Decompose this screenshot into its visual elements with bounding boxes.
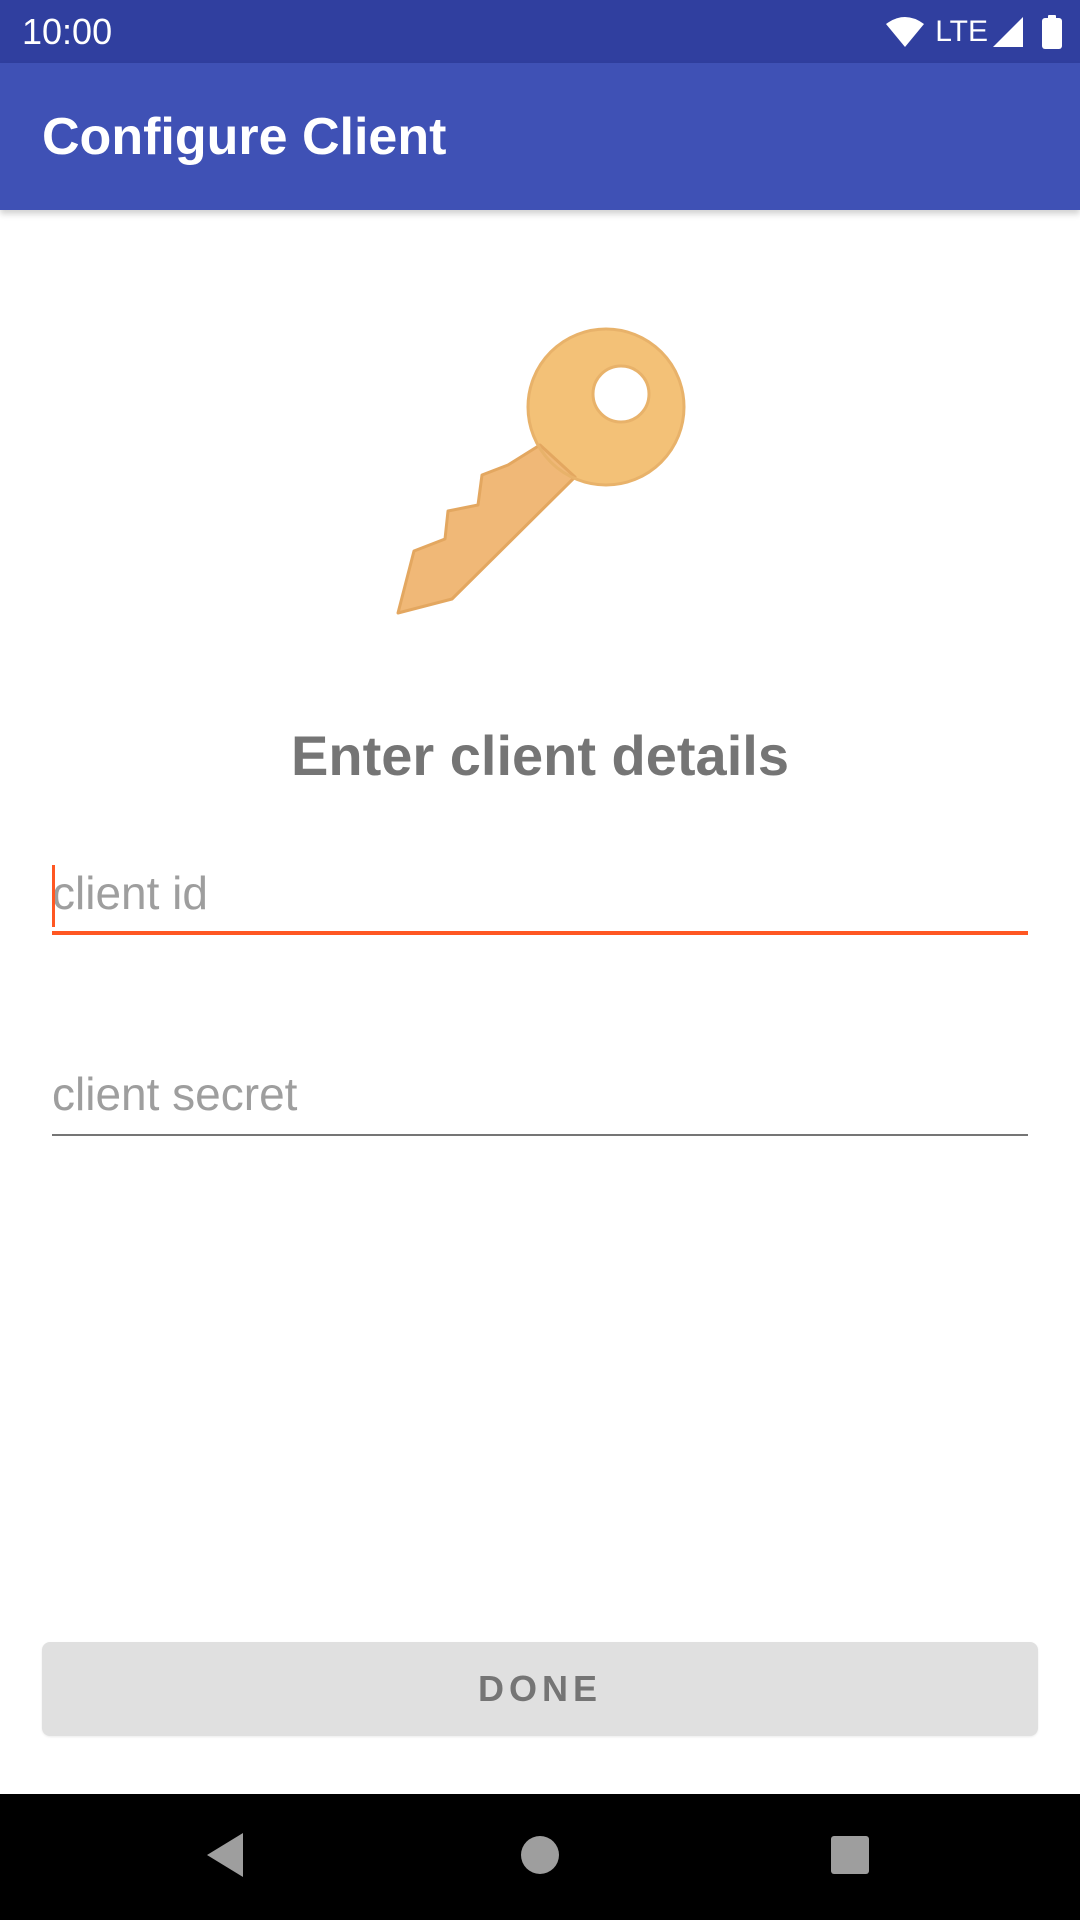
client-secret-underline xyxy=(52,1134,1028,1136)
client-secret-field[interactable] xyxy=(52,1056,1028,1136)
form-heading: Enter client details xyxy=(291,724,789,787)
status-time: 10:00 xyxy=(22,11,113,52)
text-cursor xyxy=(52,865,55,927)
signal-icon xyxy=(992,16,1024,48)
key-icon xyxy=(390,325,690,615)
client-id-input[interactable] xyxy=(52,855,1028,931)
client-id-field[interactable] xyxy=(52,855,1028,935)
network-type-label: LTE xyxy=(935,15,988,48)
recents-button[interactable] xyxy=(815,1822,885,1892)
battery-icon xyxy=(1042,14,1062,49)
page-title: Configure Client xyxy=(42,108,447,166)
client-id-underline xyxy=(52,931,1028,935)
screen: 10:00 LTE Configure Client Enter client … xyxy=(0,0,1080,1920)
app-bar: Configure Client xyxy=(0,63,1080,210)
status-icons: LTE xyxy=(885,0,1062,63)
recents-icon xyxy=(830,1835,870,1879)
client-secret-input[interactable] xyxy=(52,1056,1028,1132)
back-icon xyxy=(203,1831,247,1883)
status-bar: 10:00 LTE xyxy=(0,0,1080,63)
wifi-icon xyxy=(885,16,925,48)
navigation-bar xyxy=(0,1794,1080,1920)
home-button[interactable] xyxy=(505,1822,575,1892)
home-icon xyxy=(520,1835,560,1879)
back-button[interactable] xyxy=(190,1822,260,1892)
done-button[interactable]: DONE xyxy=(42,1642,1038,1736)
